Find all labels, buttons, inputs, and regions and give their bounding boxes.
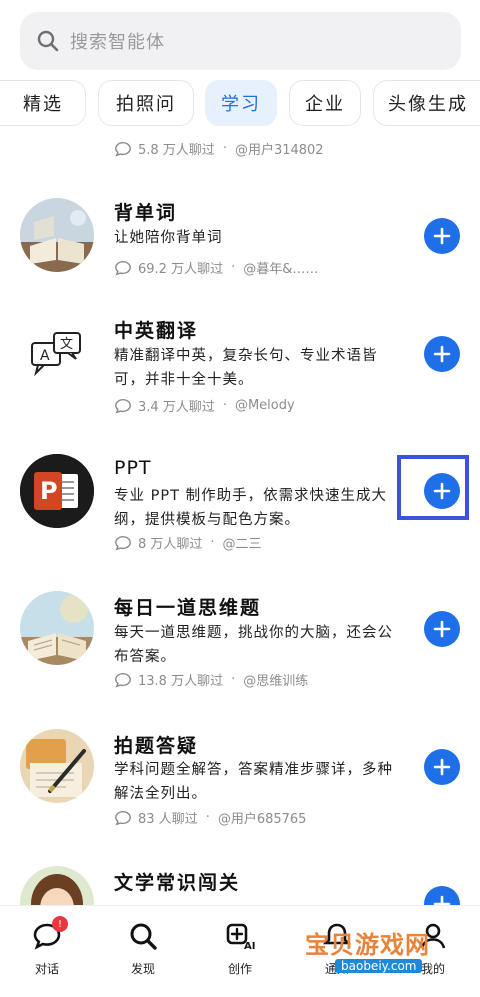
open-book-avatar-icon: [20, 591, 94, 665]
agent-meta: 8 万人聊过 · @二三: [114, 533, 262, 552]
tab-featured[interactable]: 精选: [0, 80, 86, 126]
chat-bubble-icon: [115, 141, 131, 156]
tab-label: 企业: [305, 94, 345, 115]
tab-enterprise[interactable]: 企业: [289, 80, 361, 126]
search-bar[interactable]: 搜索智能体: [20, 12, 461, 70]
chat-count: 8 万人聊过: [138, 537, 203, 552]
tab-avatar-gen[interactable]: 头像生成: [373, 80, 480, 126]
agent-title: 每日一道思维题: [114, 597, 262, 619]
plus-icon: [433, 227, 451, 245]
agent-title: PPT: [114, 457, 152, 479]
partial-agent-meta: 5.8 万人聊过 · @用户314802: [114, 139, 324, 158]
nav-label: 发现: [130, 962, 155, 976]
chat-bubble-icon: [115, 398, 131, 413]
tab-label: 拍照问: [116, 94, 176, 115]
chat-bubble-icon: [115, 672, 131, 687]
plus-icon: [433, 345, 451, 363]
nav-label: 创作: [227, 962, 252, 976]
search-icon: [130, 923, 157, 950]
author: @暮年&……: [243, 262, 319, 277]
add-agent-button[interactable]: [424, 336, 460, 372]
search-placeholder: 搜索智能体: [70, 32, 165, 53]
agent-meta: 3.4 万人聊过 · @Melody: [114, 396, 295, 415]
nav-discover[interactable]: 发现: [108, 920, 178, 977]
svg-text:P: P: [40, 477, 58, 505]
agent-meta: 83 人聊过 · @用户685765: [114, 808, 306, 827]
agent-meta: 69.2 万人聊过 · @暮年&……: [114, 258, 318, 277]
pen-avatar-icon: [20, 729, 94, 803]
category-tabs: 精选 拍照问 学习 企业 头像生成: [0, 80, 480, 128]
chat-count: 5.8 万人聊过: [138, 143, 215, 158]
nav-create[interactable]: AI 创作: [205, 920, 275, 977]
agent-meta: 13.8 万人聊过 · @思维训练: [114, 670, 308, 689]
chat-count: 3.4 万人聊过: [138, 400, 215, 415]
author: @用户314802: [234, 143, 324, 158]
agent-desc: 让她陪你背单词: [114, 230, 223, 246]
chat-count: 69.2 万人聊过: [138, 262, 224, 277]
chat-count: 83 人聊过: [138, 812, 198, 827]
tab-label: 学习: [221, 94, 261, 115]
agent-desc: 专业 PPT 制作助手，依需求快速生成大纲，提供模板与配色方案。: [114, 488, 388, 528]
author: @Melody: [234, 398, 295, 413]
agent-title: 拍题答疑: [114, 735, 199, 757]
agent-desc: 学科问题全解答，答案精准步骤详，多种解法全列出。: [114, 762, 393, 802]
tab-label: 精选: [23, 94, 63, 115]
nav-chat[interactable]: ! 对话: [12, 916, 82, 977]
chat-bubble-icon: [115, 535, 131, 550]
add-agent-button[interactable]: [424, 218, 460, 254]
watermark-text: 宝贝游戏网: [305, 931, 430, 959]
book-avatar-icon: [20, 198, 94, 272]
agent-title: 文学常识闯关: [114, 872, 241, 894]
create-ai-icon: AI: [226, 923, 255, 952]
svg-text:AI: AI: [244, 941, 255, 952]
author: @用户685765: [217, 812, 307, 827]
plus-icon: [433, 620, 451, 638]
add-agent-button[interactable]: [424, 611, 460, 647]
agent-title: 背单词: [114, 202, 178, 224]
chat-bubble-icon: [115, 260, 131, 275]
tab-photo-ask[interactable]: 拍照问: [98, 80, 194, 126]
plus-icon: [433, 758, 451, 776]
svg-text:文: 文: [60, 337, 73, 352]
nav-label: 对话: [34, 962, 59, 976]
tab-study[interactable]: 学习: [205, 80, 277, 126]
watermark: 宝贝游戏网 baobeiy.com: [305, 925, 455, 975]
ppt-avatar-icon: P: [20, 454, 94, 528]
notification-badge: !: [52, 916, 68, 932]
tab-label: 头像生成: [388, 94, 468, 115]
svg-text:A: A: [40, 348, 50, 364]
chat-count: 13.8 万人聊过: [138, 674, 224, 689]
add-agent-button[interactable]: [424, 749, 460, 785]
search-icon: [37, 30, 59, 52]
agent-desc: 精准翻译中英，复杂长句、专业术语皆可，并非十全十美。: [114, 348, 378, 388]
chat-bubble-icon: [115, 810, 131, 825]
translate-avatar-icon: A文: [20, 317, 94, 391]
highlight-box: [397, 455, 469, 520]
author: @二三: [222, 537, 262, 552]
agent-desc: 每天一道思维题，挑战你的大脑，还会公布答案。: [114, 625, 393, 665]
author: @思维训练: [243, 674, 309, 689]
agent-title: 中英翻译: [114, 320, 199, 342]
watermark-url: baobeiy.com: [335, 959, 423, 973]
